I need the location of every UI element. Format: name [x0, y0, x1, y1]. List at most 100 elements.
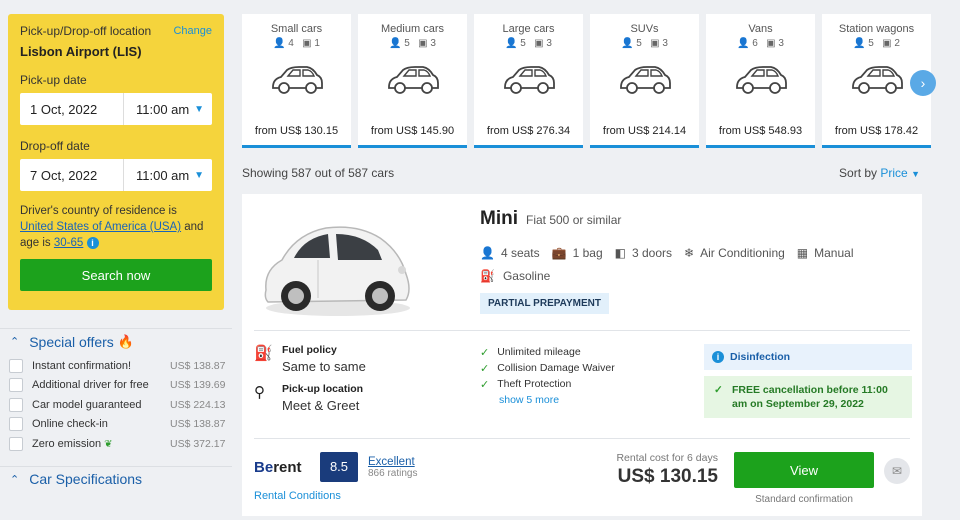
confirmation-type: Standard confirmation: [755, 494, 853, 505]
rating-label[interactable]: Excellent: [368, 456, 417, 468]
country-link[interactable]: United States of America (USA): [20, 221, 181, 233]
car-type-price: from US$ 178.42: [834, 125, 919, 137]
filter-item[interactable]: Car model guaranteed US$ 224.13: [0, 395, 232, 415]
person-icon: 👤: [389, 38, 402, 49]
search-now-button[interactable]: Search now: [20, 259, 212, 291]
bag-count: 3: [778, 38, 784, 49]
change-link[interactable]: Change: [173, 25, 212, 37]
dropoff-date-label: Drop-off date: [20, 139, 90, 153]
driver-country-text: Driver's country of residence is United …: [20, 203, 212, 251]
rental-policies: ⛽ Fuel policy Same to same ⚲ Pick-up loc…: [254, 344, 366, 422]
disinfection-notice[interactable]: i Disinfection: [704, 344, 912, 370]
car-type-name: Station wagons: [838, 23, 915, 35]
snowflake-icon: ❄: [684, 246, 695, 260]
check-icon: ✓: [480, 378, 490, 391]
email-icon[interactable]: ✉: [884, 458, 910, 484]
transmission-text: Manual: [814, 246, 854, 260]
seats-feature: 👤 4 seats: [480, 246, 540, 260]
car-type-name: Vans: [748, 23, 773, 35]
supplier-logo-part: Be: [254, 458, 274, 476]
pickup-date-field[interactable]: 1 Oct, 2022 11:00 am ▼: [20, 93, 212, 125]
car-type-card[interactable]: SUVs 👤 5 ▣ 3 from US$ 214.14: [590, 14, 699, 148]
seat-count: 5: [636, 38, 642, 49]
checkbox[interactable]: [9, 417, 23, 432]
person-icon: 👤: [273, 38, 286, 49]
car-type-name: SUVs: [630, 23, 659, 35]
car-type-capacity: 👤 6 ▣ 3: [706, 38, 815, 49]
car-type-capacity: 👤 4 ▣ 1: [242, 38, 351, 49]
divider: [254, 330, 910, 331]
filter-item[interactable]: Online check-in US$ 138.87: [0, 415, 232, 435]
rental-conditions-link[interactable]: Rental Conditions: [254, 490, 341, 502]
car-category: Mini: [480, 208, 518, 229]
car-features: 👤 4 seats 💼 1 bag ◧ 3 doors ❄ Air Conditioni…: [480, 246, 854, 260]
checkbox[interactable]: [9, 436, 23, 451]
car-photo: [264, 226, 410, 316]
filters-sidebar: ⌃ Special offers 🔥 Instant confirmation!…: [0, 328, 232, 492]
door-icon: ◧: [614, 246, 626, 260]
checkbox[interactable]: [9, 397, 23, 412]
pickup-location: ⚲ Pick-up location Meet & Greet: [254, 383, 366, 413]
search-panel: Pick-up/Drop-off location Change Lisbon …: [8, 14, 224, 310]
free-cancellation-text: FREE cancellation before 11:00 am on Sep…: [732, 384, 888, 410]
car-icon: [358, 63, 467, 103]
bags-text: 1 bag: [572, 246, 603, 260]
sort-label: Sort by: [839, 166, 878, 180]
chevron-down-icon: ▼: [194, 169, 204, 181]
info-icon: i: [712, 351, 724, 363]
checkbox[interactable]: [9, 358, 23, 373]
info-icon[interactable]: i: [86, 236, 99, 249]
checkbox[interactable]: [9, 378, 23, 393]
dropoff-date-field[interactable]: 7 Oct, 2022 11:00 am ▼: [20, 159, 212, 191]
pickup-time-select[interactable]: 11:00 am ▼: [124, 102, 212, 117]
car-icon: [474, 63, 583, 103]
filter-item[interactable]: Zero emission ❦ US$ 372.17: [0, 434, 232, 454]
view-button[interactable]: View: [734, 452, 874, 488]
chevron-right-icon[interactable]: ›: [910, 70, 936, 96]
ac-feature: ❄ Air Conditioning: [684, 246, 785, 260]
car-type-card[interactable]: Large cars 👤 5 ▣ 3 from US$ 276.34: [474, 14, 583, 148]
car-type-card[interactable]: Vans 👤 6 ▣ 3 from US$ 548.93: [706, 14, 815, 148]
results-count: Showing 587 out of 587 cars: [242, 166, 395, 180]
location-value[interactable]: Lisbon Airport (LIS): [20, 44, 212, 59]
filter-name: Additional driver for free: [32, 379, 149, 392]
person-icon: 👤: [853, 38, 866, 49]
rating-info: Excellent 866 ratings: [368, 456, 417, 479]
pickup-date-label: Pick-up date: [20, 73, 87, 87]
fuel-feature: ⛽ Gasoline: [480, 269, 550, 283]
flame-icon: 🔥: [117, 333, 134, 349]
dropoff-date[interactable]: 7 Oct, 2022: [20, 159, 124, 191]
car-type-card[interactable]: Medium cars 👤 5 ▣ 3 from US$ 145.90: [358, 14, 467, 148]
chevron-down-icon: ▼: [194, 103, 204, 115]
list-item: ✓ Theft Protection: [480, 376, 615, 392]
car-type-carousel: Small cars 👤 4 ▣ 1 from US$ 130.15 Medium c…: [242, 14, 932, 148]
seat-count: 4: [288, 38, 294, 49]
age-link[interactable]: 30-65: [54, 237, 83, 249]
included-text: Collision Damage Waiver: [497, 362, 615, 374]
sort-control[interactable]: Sort by Price ▼: [839, 166, 920, 180]
car-specs-header[interactable]: ⌃ Car Specifications: [0, 465, 232, 492]
fuel-pump-icon: ⛽: [254, 345, 273, 362]
dropoff-time-select[interactable]: 11:00 am ▼: [124, 168, 212, 183]
dropoff-time: 11:00 am: [136, 167, 190, 183]
sort-value[interactable]: Price: [880, 166, 907, 180]
car-type-card[interactable]: Small cars 👤 4 ▣ 1 from US$ 130.15: [242, 14, 351, 148]
chevron-down-icon: ▼: [911, 169, 920, 179]
bag-count: 2: [894, 38, 900, 49]
show-more-link[interactable]: show 5 more: [480, 392, 615, 408]
pickup-date[interactable]: 1 Oct, 2022: [20, 93, 124, 125]
included-text: Theft Protection: [497, 378, 572, 390]
supplier-logo: Berent: [254, 459, 310, 476]
filter-price: US$ 139.69: [170, 379, 226, 392]
doors-text: 3 doors: [631, 246, 673, 260]
included-text: Unlimited mileage: [497, 346, 581, 358]
car-type-capacity: 👤 5 ▣ 3: [358, 38, 467, 49]
person-icon: 👤: [480, 246, 495, 260]
disinfection-text: Disinfection: [730, 351, 791, 363]
check-icon: ✓: [714, 384, 723, 396]
filter-name: Instant confirmation!: [32, 359, 132, 372]
prepayment-badge: PARTIAL PREPAYMENT: [480, 293, 609, 314]
special-offers-header[interactable]: ⌃ Special offers 🔥: [0, 328, 232, 354]
filter-item[interactable]: Instant confirmation! US$ 138.87: [0, 356, 232, 376]
filter-item[interactable]: Additional driver for free US$ 139.69: [0, 376, 232, 396]
